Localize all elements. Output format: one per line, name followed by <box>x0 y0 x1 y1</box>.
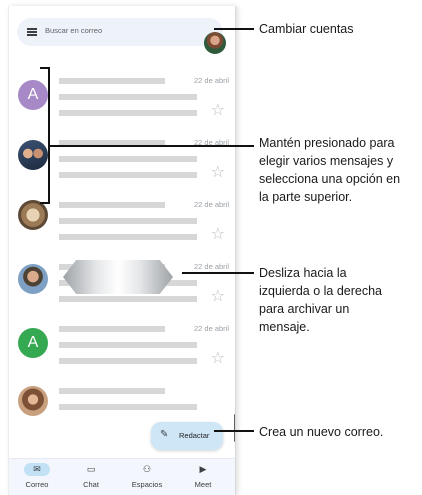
snippet-placeholder <box>59 110 197 116</box>
search-input[interactable]: Buscar en correo <box>45 26 102 35</box>
snippet-placeholder <box>59 358 197 364</box>
callout-line: para archivar un <box>259 302 350 316</box>
subject-placeholder <box>59 94 197 100</box>
callout-compose: Crea un nuevo correo. <box>259 425 384 439</box>
subject-placeholder <box>59 156 197 162</box>
bracket-bottom <box>40 202 50 204</box>
avatar[interactable]: A <box>18 80 48 110</box>
callout-line: izquierda o la derecha <box>259 284 382 298</box>
star-icon[interactable]: ☆ <box>211 227 225 243</box>
scrollbar[interactable] <box>234 414 235 442</box>
bracket-top <box>40 67 50 69</box>
avatar[interactable] <box>18 386 48 416</box>
sender-placeholder <box>59 388 165 394</box>
callout-line: selecciona una opción en <box>259 172 401 186</box>
compose-label: Redactar <box>179 431 210 440</box>
nav-tab-chat[interactable]: ▭ Chat <box>67 463 115 493</box>
chat-icon: ▭ <box>86 464 96 474</box>
callout-long-press: Mantén presionado para elegir varios men… <box>259 134 400 206</box>
star-icon[interactable]: ☆ <box>211 103 225 119</box>
avatar[interactable]: A <box>18 328 48 358</box>
spaces-icon: ⚇ <box>142 464 152 474</box>
snippet-placeholder <box>59 234 197 240</box>
email-row[interactable]: 22 de abril ☆ <box>9 132 235 194</box>
snippet-placeholder <box>59 172 197 178</box>
subject-placeholder <box>59 404 197 410</box>
callout-line-accounts <box>214 28 254 30</box>
nav-label: Correo <box>25 480 49 489</box>
callout-line: Desliza hacia la <box>259 266 347 280</box>
star-icon[interactable]: ☆ <box>211 351 225 367</box>
callout-line-compose <box>214 430 254 432</box>
star-icon[interactable]: ☆ <box>211 289 225 305</box>
nav-label: Meet <box>194 480 212 489</box>
callout-line-swipe <box>182 272 254 274</box>
email-date: 22 de abril <box>193 200 229 209</box>
email-row[interactable]: A 22 de abril ☆ <box>9 318 235 380</box>
video-icon: ▶ <box>199 464 207 474</box>
account-avatar[interactable] <box>204 32 226 54</box>
avatar[interactable] <box>18 200 48 230</box>
email-date: 22 de abril <box>193 262 229 271</box>
sender-placeholder <box>59 326 165 332</box>
email-date: 22 de abril <box>193 324 229 333</box>
nav-tab-meet[interactable]: ▶ Meet <box>179 463 227 493</box>
gmail-app-screen: Buscar en correo A 22 de abril ☆ 22 de a… <box>8 6 236 495</box>
nav-tab-mail[interactable]: ✉ Correo <box>13 463 61 493</box>
pencil-icon: ✎ <box>160 429 169 440</box>
callout-line: Mantén presionado para <box>259 136 395 150</box>
sender-placeholder <box>59 202 165 208</box>
subject-placeholder <box>59 342 197 348</box>
nav-tab-spaces[interactable]: ⚇ Espacios <box>123 463 171 493</box>
email-row[interactable]: A 22 de abril ☆ <box>9 70 235 132</box>
nav-label: Espacios <box>131 480 163 489</box>
callout-line: elegir varios mensajes y <box>259 154 394 168</box>
sender-placeholder <box>59 78 165 84</box>
star-icon[interactable]: ☆ <box>211 165 225 181</box>
compose-button[interactable]: ✎ Redactar <box>151 422 223 450</box>
bottom-navigation: ✉ Correo ▭ Chat ⚇ Espacios ▶ Meet <box>9 458 235 495</box>
avatar[interactable] <box>18 264 48 294</box>
subject-placeholder <box>59 218 197 224</box>
snippet-placeholder <box>59 296 197 302</box>
callout-switch-accounts: Cambiar cuentas <box>259 22 354 36</box>
bracket-line <box>48 67 50 204</box>
nav-label: Chat <box>83 480 99 489</box>
swipe-gesture-indicator <box>63 260 173 294</box>
callout-line-long-press <box>50 145 254 147</box>
search-bar[interactable]: Buscar en correo <box>17 18 226 54</box>
callout-line: la parte superior. <box>259 190 353 204</box>
callout-line: mensaje. <box>259 320 310 334</box>
mail-icon: ✉ <box>24 463 50 476</box>
avatar[interactable] <box>18 140 48 170</box>
hamburger-menu-icon[interactable] <box>27 28 37 36</box>
callout-swipe: Desliza hacia la izquierda o la derecha … <box>259 264 382 336</box>
email-date: 22 de abril <box>193 76 229 85</box>
